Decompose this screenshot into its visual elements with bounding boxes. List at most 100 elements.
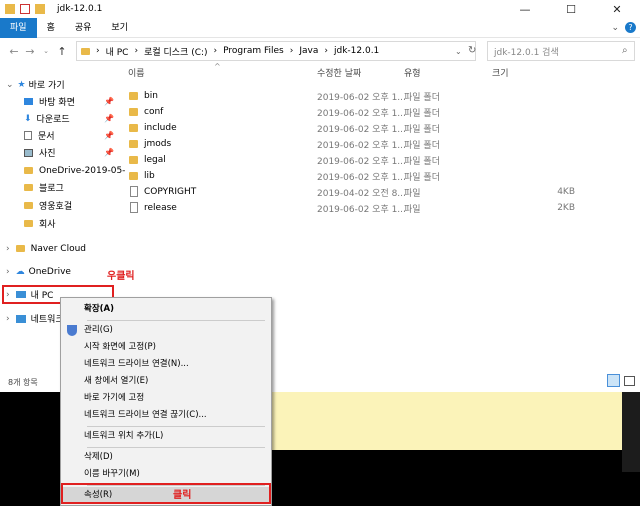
- file-row[interactable]: jmods 2019-06-02 오후 1... 파일 폴더: [120, 136, 600, 152]
- file-icon: [130, 202, 138, 213]
- sidebar-item-naver-cloud[interactable]: › Naver Cloud: [6, 240, 86, 257]
- file-date: 2019-06-02 오후 1...: [317, 92, 406, 103]
- file-row[interactable]: bin 2019-06-02 오후 1... 파일 폴더: [120, 88, 600, 104]
- file-row[interactable]: release 2019-06-02 오후 1... 파일 2KB: [120, 200, 600, 216]
- help-icon[interactable]: ?: [625, 22, 636, 33]
- file-row[interactable]: COPYRIGHT 2019-04-02 오전 8... 파일 4KB: [120, 184, 600, 200]
- menu-item-map-drive[interactable]: 네트워크 드라이브 연결(N)...: [61, 356, 271, 373]
- sidebar-item-downloads[interactable]: ⬇ 다운로드 📌: [24, 110, 114, 127]
- address-dropdown-icon[interactable]: ⌄: [455, 47, 462, 56]
- sidebar-item-blog[interactable]: 블로그: [24, 179, 64, 196]
- forward-icon[interactable]: →: [22, 45, 38, 58]
- menu-item-manage[interactable]: 관리(G): [61, 322, 271, 339]
- breadcrumb-java[interactable]: Java: [299, 46, 318, 56]
- column-date-modified[interactable]: 수정한 날짜: [317, 64, 361, 84]
- file-type: 파일 폴더: [404, 156, 440, 167]
- file-row[interactable]: include 2019-06-02 오후 1... 파일 폴더: [120, 120, 600, 136]
- new-folder-icon[interactable]: [35, 4, 45, 14]
- menu-item-pin-quick-access[interactable]: 바로 가기에 고정: [61, 390, 271, 407]
- refresh-icon[interactable]: ↻: [468, 45, 476, 56]
- menu-item-rename[interactable]: 이름 바꾸기(M): [61, 466, 271, 483]
- menu-item-pin-start[interactable]: 시작 화면에 고정(P): [61, 339, 271, 356]
- sidebar-item-network[interactable]: › 네트워크: [6, 310, 64, 327]
- folder-icon: [129, 140, 138, 148]
- column-type[interactable]: 유형: [404, 64, 421, 84]
- sidebar-item-onedrive[interactable]: › ☁ OneDrive: [6, 263, 71, 280]
- chevron-right-icon[interactable]: ›: [134, 46, 138, 56]
- details-view-icon[interactable]: [607, 374, 620, 387]
- picture-icon: [24, 148, 33, 157]
- sidebar-item-desktop[interactable]: 바탕 화면 📌: [24, 93, 114, 110]
- search-input[interactable]: jdk-12.0.1 검색: [487, 41, 635, 61]
- tab-home[interactable]: 홈: [37, 18, 65, 38]
- search-icon: ⌕: [622, 45, 628, 56]
- recent-icon[interactable]: ⌄: [38, 47, 54, 55]
- file-type: 파일 폴더: [404, 172, 440, 183]
- chevron-right-icon[interactable]: ›: [290, 46, 294, 56]
- properties-highlight: [61, 483, 271, 504]
- file-row[interactable]: legal 2019-06-02 오후 1... 파일 폴더: [120, 152, 600, 168]
- sidebar-item-documents[interactable]: 문서 📌: [24, 127, 114, 144]
- star-icon: ★: [17, 79, 26, 90]
- file-name: release: [144, 203, 177, 213]
- pin-icon[interactable]: 📌: [104, 148, 114, 157]
- background-scrollbar: [622, 392, 640, 472]
- breadcrumb-this-pc[interactable]: 내 PC: [106, 45, 129, 58]
- sidebar-item-onedrive-folder[interactable]: OneDrive-2019-05-: [24, 162, 125, 179]
- chevron-right-icon[interactable]: ›: [6, 267, 10, 277]
- chevron-right-icon[interactable]: ›: [6, 314, 10, 324]
- file-icon: [130, 186, 138, 197]
- sidebar-item-label: OneDrive-2019-05-: [39, 165, 126, 176]
- file-row[interactable]: conf 2019-06-02 오후 1... 파일 폴더: [120, 104, 600, 120]
- menu-item-disconnect-drive[interactable]: 네트워크 드라이브 연결 끊기(C)...: [61, 407, 271, 424]
- close-button[interactable]: ✕: [594, 0, 640, 18]
- title-bar: jdk-12.0.1 — ☐ ✕: [0, 0, 640, 18]
- sidebar-item-heroes[interactable]: 영웅호걸: [24, 197, 72, 214]
- menu-item-expand[interactable]: 확장(A): [61, 301, 271, 318]
- file-date: 2019-06-02 오후 1...: [317, 204, 406, 215]
- chevron-down-icon[interactable]: ⌄: [611, 23, 619, 33]
- file-row[interactable]: lib 2019-06-02 오후 1... 파일 폴더: [120, 168, 600, 184]
- file-date: 2019-06-02 오후 1...: [317, 140, 406, 151]
- up-icon[interactable]: ↑: [54, 45, 70, 58]
- menu-item-open-new-window[interactable]: 새 창에서 열기(E): [61, 373, 271, 390]
- back-icon[interactable]: ←: [6, 45, 22, 58]
- right-click-annotation: 우클릭: [107, 271, 135, 282]
- shield-icon: [67, 325, 77, 336]
- chevron-down-icon[interactable]: ⌄: [6, 80, 14, 90]
- tab-share[interactable]: 공유: [65, 18, 102, 38]
- chevron-right-icon[interactable]: ›: [6, 244, 10, 254]
- minimize-button[interactable]: —: [502, 0, 548, 18]
- maximize-button[interactable]: ☐: [548, 0, 594, 18]
- breadcrumb-jdk[interactable]: jdk-12.0.1: [334, 46, 379, 56]
- menu-item-add-network-location[interactable]: 네트워크 위치 추가(L): [61, 428, 271, 445]
- pin-icon[interactable]: 📌: [104, 114, 114, 123]
- breadcrumb-c-drive[interactable]: 로컬 디스크 (C:): [144, 45, 207, 58]
- tab-file[interactable]: 파일: [0, 17, 37, 38]
- sidebar-item-quick-access[interactable]: ⌄ ★ 바로 가기: [6, 76, 65, 93]
- pin-icon[interactable]: 📌: [104, 131, 114, 140]
- sidebar-item-label: 사진: [39, 149, 56, 159]
- large-icons-view-icon[interactable]: [624, 376, 635, 386]
- chevron-right-icon[interactable]: ›: [214, 46, 218, 56]
- properties-icon[interactable]: [20, 4, 30, 14]
- tab-view[interactable]: 보기: [101, 18, 138, 38]
- file-name: include: [144, 123, 177, 133]
- sidebar-item-label: 바탕 화면: [39, 98, 75, 108]
- column-size[interactable]: 크기: [492, 64, 509, 84]
- folder-icon: [15, 245, 25, 252]
- chevron-right-icon[interactable]: ›: [324, 46, 328, 56]
- address-bar[interactable]: › 내 PC › 로컬 디스크 (C:) › Program Files › J…: [76, 41, 476, 61]
- breadcrumb-program-files[interactable]: Program Files: [223, 46, 284, 56]
- file-size: 2KB: [557, 203, 575, 213]
- desktop-icon: [24, 98, 33, 105]
- folder-icon: [129, 92, 138, 100]
- sidebar-item-pictures[interactable]: 사진 📌: [24, 144, 114, 161]
- menu-item-delete[interactable]: 삭제(D): [61, 449, 271, 466]
- sidebar-item-label: 블로그: [39, 184, 64, 194]
- sidebar-item-company[interactable]: 회사: [24, 215, 56, 232]
- column-name[interactable]: 이름: [128, 64, 145, 84]
- folder-icon: [24, 167, 33, 174]
- chevron-right-icon[interactable]: ›: [96, 46, 100, 56]
- pin-icon[interactable]: 📌: [104, 97, 114, 106]
